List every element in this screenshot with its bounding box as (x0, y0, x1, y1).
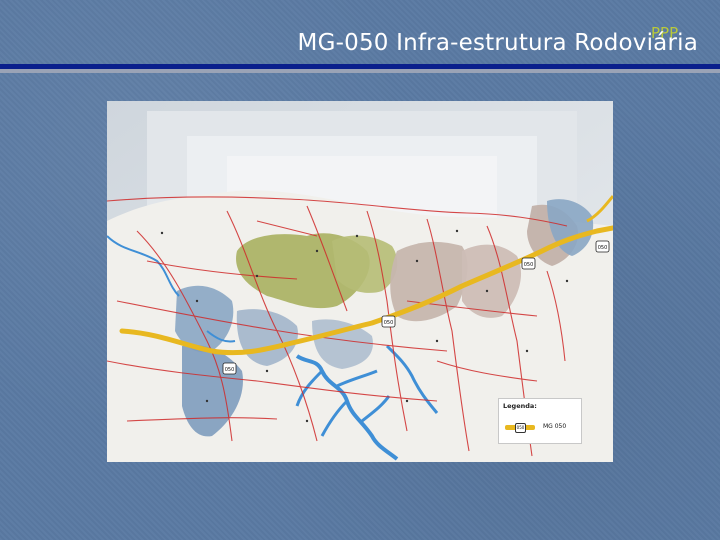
legend-shield: 050 (515, 423, 526, 433)
route-shield: 050 (381, 315, 396, 328)
road-map: 050 050 050 050 Legenda: 050 MG 050 (107, 101, 613, 462)
svg-text:050: 050 (598, 245, 608, 251)
svg-text:050: 050 (524, 262, 534, 268)
route-shield: 050 (595, 240, 610, 253)
legend-label: MG 050 (543, 423, 567, 430)
route-shield: 050 (222, 362, 237, 375)
title-rule-gray (0, 69, 720, 73)
svg-text:050: 050 (384, 320, 394, 326)
svg-text:050: 050 (225, 367, 235, 373)
slide-title: MG-050 Infra-estrutura Rodoviária (297, 30, 698, 56)
route-shield: 050 (521, 257, 536, 270)
legend-title: Legenda: (503, 402, 537, 410)
map-legend: Legenda: 050 MG 050 (498, 398, 582, 444)
